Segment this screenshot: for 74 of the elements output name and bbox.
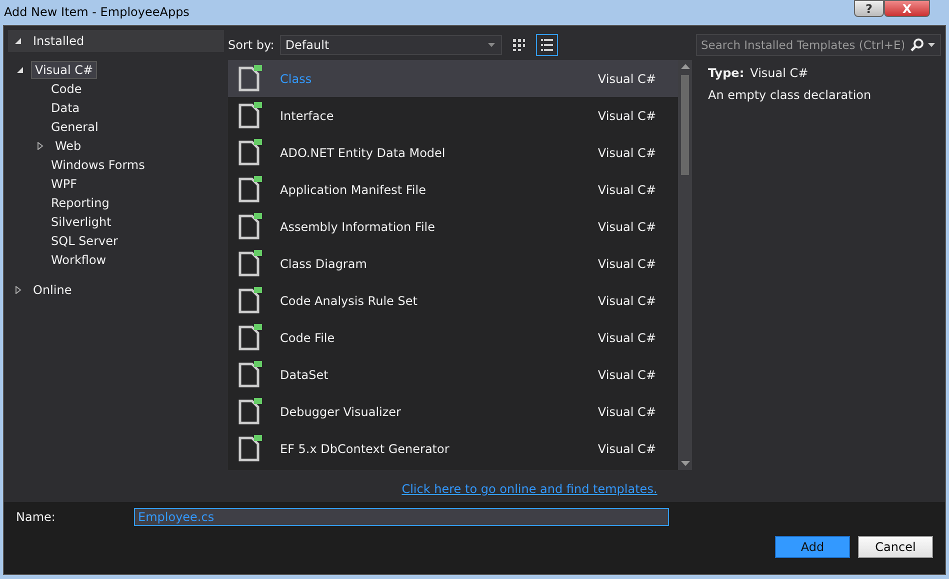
tree-item[interactable]: Online [30,282,75,298]
sort-label: Sort by: [228,38,274,52]
list-view-button[interactable] [536,34,558,56]
template-row[interactable]: Code Analysis Rule Set Visual C# [228,282,678,319]
tree-item[interactable]: Silverlight [48,214,114,230]
template-description: An empty class declaration [708,88,872,102]
name-label: Name: [16,510,56,524]
template-language: Visual C# [598,108,656,122]
template-language: Visual C# [598,146,656,160]
search-field[interactable]: Search Installed Templates (Ctrl+E) [696,34,941,56]
scroll-up-icon[interactable] [680,64,690,69]
template-language: Visual C# [598,368,656,382]
template-row[interactable]: Debugger Visualizer Visual C# [228,393,678,430]
scroll-thumb[interactable] [681,75,689,175]
template-language: Visual C# [598,294,656,308]
expanded-arrow-icon[interactable] [16,66,24,74]
template-name: Code File [280,330,336,344]
template-row[interactable]: Class Visual C# [228,60,678,97]
sort-dropdown[interactable]: Default [280,35,502,55]
template-name: Assembly Information File [280,220,436,234]
template-language: Visual C# [598,442,656,456]
type-value: Visual C# [750,66,808,80]
template-row[interactable]: Class Diagram Visual C# [228,245,678,282]
dropdown-arrow-icon[interactable] [928,43,935,47]
tree-item[interactable]: Installed [30,33,88,49]
collapsed-arrow-icon[interactable] [14,286,22,294]
template-language: Visual C# [598,220,656,234]
scroll-down-icon[interactable] [680,461,690,466]
help-button[interactable]: ? [854,0,884,17]
template-name: Interface [280,108,335,122]
name-field[interactable]: Employee.cs [134,508,669,526]
search-icon[interactable] [910,38,924,52]
template-name: Class Diagram [280,256,368,270]
tree-item[interactable]: Data [48,100,83,116]
cancel-button[interactable]: Cancel [858,536,933,558]
tree-item[interactable]: General [48,118,102,134]
tree-item[interactable]: Code [48,80,85,96]
close-button[interactable]: X [884,0,930,17]
tree-item[interactable]: SQL Server [48,232,121,248]
expanded-arrow-icon[interactable] [14,37,22,45]
window-title: Add New Item - EmployeeApps [4,5,190,19]
template-row[interactable]: Application Manifest File Visual C# [228,171,678,208]
tree-item[interactable]: Windows Forms [48,156,148,172]
template-language: Visual C# [598,182,656,196]
template-language: Visual C# [598,72,656,86]
tree-item[interactable]: Visual C# [32,62,96,78]
tree-item[interactable]: Workflow [48,252,110,268]
tree-item[interactable]: WPF [48,176,80,192]
type-label: Type: [708,66,744,80]
dropdown-arrow-icon [488,43,496,47]
template-language: Visual C# [598,404,656,418]
template-name: Application Manifest File [280,182,427,196]
template-row[interactable]: Code File Visual C# [228,319,678,356]
list-icon [540,38,554,52]
add-button[interactable]: Add [775,536,850,558]
template-row[interactable]: EF 5.x DbContext Generator Visual C# [228,430,678,467]
template-row[interactable]: DataSet Visual C# [228,356,678,393]
template-row[interactable]: Assembly Information File Visual C# [228,208,678,245]
scrollbar[interactable] [678,60,692,470]
tree-item[interactable]: Web [52,138,84,154]
template-language: Visual C# [598,256,656,270]
template-name: EF 5.x DbContext Generator [280,442,450,456]
template-language: Visual C# [598,330,656,344]
template-name: Code Analysis Rule Set [280,294,418,308]
template-name: DataSet [280,368,330,382]
grid-icon [512,38,526,52]
tree-item[interactable]: Reporting [48,194,112,210]
template-name: ADO.NET Entity Data Model [280,146,446,160]
template-row[interactable]: Interface Visual C# [228,97,678,134]
collapsed-arrow-icon[interactable] [36,142,44,150]
online-templates-link[interactable]: Click here to go online and find templates. [402,482,658,498]
template-name: Debugger Visualizer [280,404,402,418]
template-name: Class [280,72,313,86]
template-row[interactable]: ADO.NET Entity Data Model Visual C# [228,134,678,171]
